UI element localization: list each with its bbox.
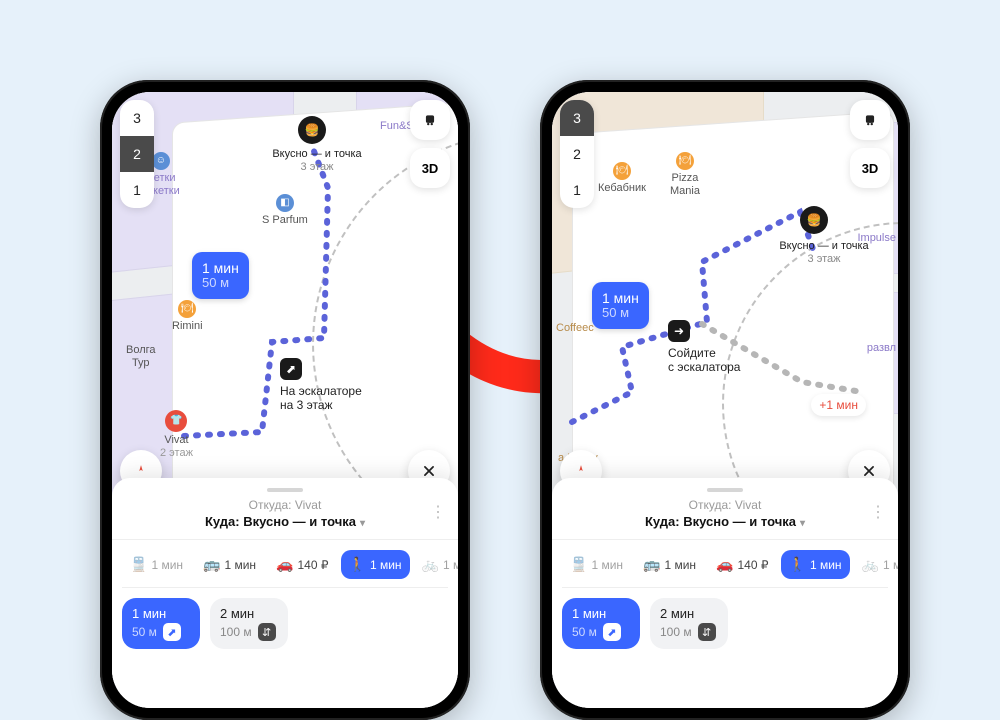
poi-rimini[interactable]: 🍽 Rimini [172,300,203,333]
mode-car[interactable]: 🚗140 ₽ [268,550,336,579]
elevator-icon: ⇵ [698,623,716,641]
floor-selector: 3 2 1 [560,100,594,208]
poi-coffee[interactable]: Coffeec [556,322,594,335]
floor-2[interactable]: 2 [560,136,594,172]
car-icon: 🚗 [276,556,293,573]
sheet-menu-button[interactable]: ⋮ [870,502,888,522]
poi-sparfum[interactable]: ◧ S Parfum [262,194,308,227]
destination-label: Вкусно — и точка 3 этаж [764,240,884,266]
poi-kebabnik[interactable]: 🍽 Кебабник [598,162,646,195]
3d-toggle-button[interactable]: 3D [850,148,890,188]
bottom-sheet[interactable]: ⋮ Откуда: Vivat Куда: Вкусно — и точка▾ … [112,478,458,708]
escalator-icon: ⬈ [163,623,181,641]
shirt-icon: 👕 [165,410,187,432]
alt-route-chip[interactable]: +1 мин [811,394,866,416]
bus-icon [863,113,877,127]
train-icon: 🚆 [570,556,587,573]
route-option-2[interactable]: 2 мин 100 м⇵ [210,598,288,649]
destination-pin[interactable]: 🍔 [298,116,326,144]
close-icon [862,464,876,478]
route-to[interactable]: Куда: Вкусно — и точка▾ [562,514,888,529]
mode-bike[interactable]: 🚲1 мин [854,550,898,579]
floor-3[interactable]: 3 [120,100,154,136]
route-to[interactable]: Куда: Вкусно — и точка▾ [122,514,448,529]
sheet-handle[interactable] [707,488,743,492]
3d-toggle-button[interactable]: 3D [410,148,450,188]
poi-pizza[interactable]: 🍽 Pizza Mania [670,152,700,197]
food-icon: 🍽 [613,162,631,180]
route-bubble[interactable]: 1 мин 50 м [192,252,249,299]
mode-train[interactable]: 🚆1 мин [122,550,191,579]
chevron-down-icon: ▾ [800,518,805,529]
route-option-1[interactable]: 1 мин 50 м⬈ [122,598,200,649]
floor-1[interactable]: 1 [120,172,154,208]
bus-icon: 🚌 [203,556,220,573]
chevron-down-icon: ▾ [360,518,365,529]
kids-icon: ☺ [152,152,170,170]
mode-walk[interactable]: 🚶1 мин [781,550,850,579]
route-options: 1 мин 50 м⬈ 2 мин 100 м⇵ [562,598,888,649]
exit-icon: ➜ [668,320,690,342]
food-icon: 🍽 [676,152,694,170]
screen: ☺ Детки кокетки ◧ S Parfum Fun&Sun 🍽 Rim… [112,92,458,708]
sheet-menu-button[interactable]: ⋮ [430,502,448,522]
floor-1[interactable]: 1 [560,172,594,208]
floor-selector: 3 2 1 [120,100,154,208]
transit-layer-button[interactable] [850,100,890,140]
burger-icon: 🍔 [807,213,822,227]
poi-razvl[interactable]: развл [867,342,896,355]
mode-train[interactable]: 🚆1 мин [562,550,631,579]
train-icon: 🚆 [130,556,147,573]
transport-modes: 🚆1 мин 🚌1 мин 🚗140 ₽ 🚶1 мин 🚲1 мин [122,550,448,588]
poi-vivat-origin[interactable]: 👕 Vivat2 этаж [160,410,193,459]
mode-bike[interactable]: 🚲1 мин [414,550,458,579]
transit-layer-button[interactable] [410,100,450,140]
route-option-1[interactable]: 1 мин 50 м⬈ [562,598,640,649]
poi-volga[interactable]: Волга Тур [126,344,156,369]
route-instruction: ➜ Сойдите с эскалатора [668,320,740,375]
compass-icon [574,464,588,478]
bus-icon [423,113,437,127]
divider [112,539,458,540]
bike-icon: 🚲 [422,556,439,573]
car-icon: 🚗 [716,556,733,573]
route-from[interactable]: Откуда: Vivat [122,498,448,512]
divider [552,539,898,540]
compass-icon [134,464,148,478]
route-from[interactable]: Откуда: Vivat [562,498,888,512]
elevator-icon: ⇵ [258,623,276,641]
escalator-icon: ⬈ [603,623,621,641]
food-icon: 🍽 [178,300,196,318]
bus-icon: 🚌 [643,556,660,573]
burger-icon: 🍔 [305,123,320,137]
walk-icon: 🚶 [789,556,806,573]
route-bubble[interactable]: 1 мин 50 м [592,282,649,329]
destination-label: Вкусно — и точка 3 этаж [262,148,372,174]
route-option-2[interactable]: 2 мин 100 м⇵ [650,598,728,649]
route-options: 1 мин 50 м⬈ 2 мин 100 м⇵ [122,598,448,649]
close-icon [422,464,436,478]
bike-icon: 🚲 [862,556,879,573]
bag-icon: ◧ [276,194,294,212]
bottom-sheet[interactable]: ⋮ Откуда: Vivat Куда: Вкусно — и точка▾ … [552,478,898,708]
screen: 🍽 Кебабник 🍽 Pizza Mania Coffeec Impulse… [552,92,898,708]
floor-3[interactable]: 3 [560,100,594,136]
destination-pin[interactable]: 🍔 [800,206,828,234]
transport-modes: 🚆1 мин 🚌1 мин 🚗140 ₽ 🚶1 мин 🚲1 мин [562,550,888,588]
mode-car[interactable]: 🚗140 ₽ [708,550,776,579]
sheet-handle[interactable] [267,488,303,492]
walk-icon: 🚶 [349,556,366,573]
phone-left: ☺ Детки кокетки ◧ S Parfum Fun&Sun 🍽 Rim… [100,80,470,720]
mode-walk[interactable]: 🚶1 мин [341,550,410,579]
floor-2[interactable]: 2 [120,136,154,172]
phone-right: 🍽 Кебабник 🍽 Pizza Mania Coffeec Impulse… [540,80,910,720]
mode-bus[interactable]: 🚌1 мин [635,550,704,579]
mode-bus[interactable]: 🚌1 мин [195,550,264,579]
route-instruction: ⬈ На эскалаторе на 3 этаж [280,358,362,413]
escalator-icon: ⬈ [280,358,302,380]
